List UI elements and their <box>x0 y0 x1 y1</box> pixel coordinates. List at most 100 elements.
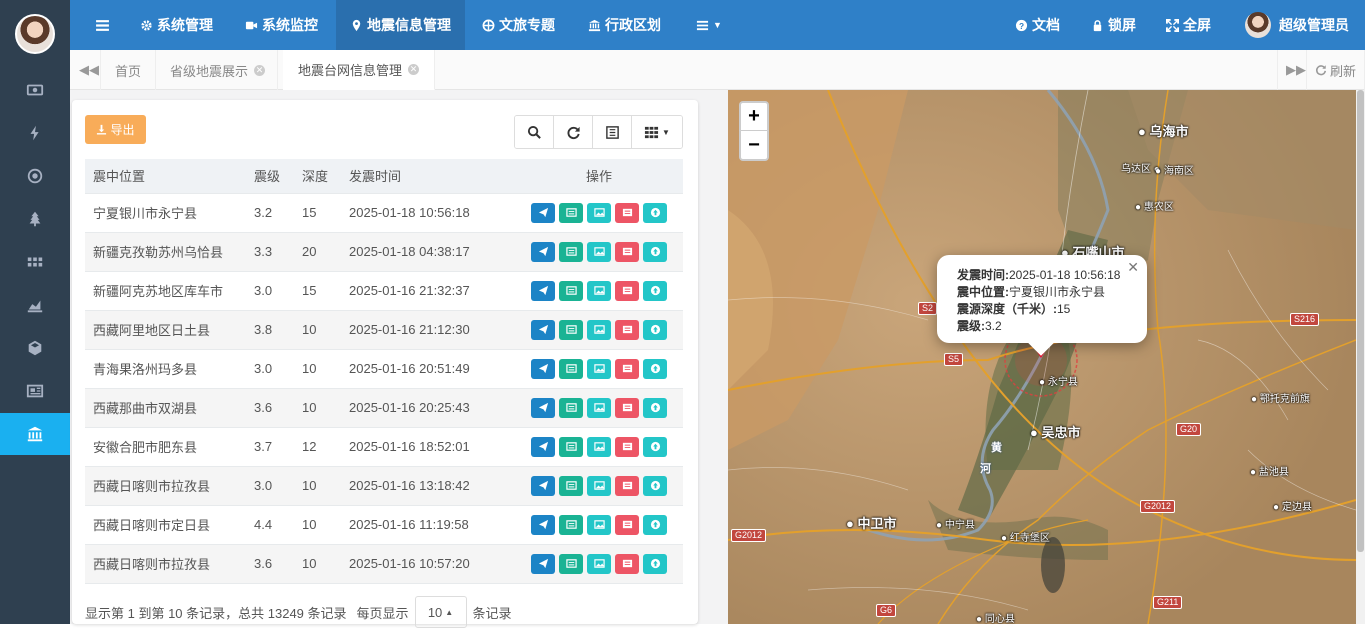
menu-toggle-icon[interactable] <box>95 0 110 50</box>
close-icon[interactable]: ✕ <box>254 64 266 76</box>
action-button[interactable] <box>615 202 639 223</box>
tab-home[interactable]: 首页 <box>101 50 157 90</box>
grid-icon[interactable] <box>0 241 70 283</box>
bolt-icon[interactable] <box>0 112 70 154</box>
nav-system-monitor[interactable]: 系统监控 <box>245 0 318 50</box>
target-icon[interactable] <box>0 155 70 197</box>
tabs-scroll-right-icon[interactable]: ▶▶ <box>1277 50 1307 90</box>
chart-icon[interactable] <box>0 284 70 326</box>
action-button[interactable] <box>615 436 639 457</box>
action-button[interactable] <box>559 553 583 574</box>
toggle-view-button[interactable] <box>593 116 632 148</box>
action-button[interactable] <box>559 202 583 223</box>
action-button[interactable] <box>531 475 555 496</box>
refresh-button[interactable]: 刷新 <box>1307 50 1365 90</box>
action-button[interactable] <box>531 358 555 379</box>
action-button[interactable] <box>587 358 611 379</box>
scrollbar-thumb[interactable] <box>1357 90 1364 552</box>
cube-icon[interactable] <box>0 327 70 369</box>
export-button[interactable]: 导出 <box>85 115 146 144</box>
table-row[interactable]: 西藏日喀则市拉孜县 3.0 10 2025-01-16 13:18:42 <box>85 466 683 506</box>
action-button[interactable] <box>615 475 639 496</box>
nav-system-manage[interactable]: 系统管理 <box>140 0 213 50</box>
action-button[interactable] <box>587 436 611 457</box>
table-row[interactable]: 西藏那曲市双湖县 3.6 10 2025-01-16 20:25:43 <box>85 388 683 428</box>
action-button[interactable] <box>615 319 639 340</box>
action-button[interactable] <box>643 358 667 379</box>
action-button[interactable] <box>615 397 639 418</box>
action-button[interactable] <box>531 397 555 418</box>
table-row[interactable]: 安徽合肥市肥东县 3.7 12 2025-01-16 18:52:01 <box>85 427 683 467</box>
zoom-in-button[interactable]: + <box>739 101 769 131</box>
avatar[interactable] <box>15 14 55 54</box>
table-row[interactable]: 西藏阿里地区日土县 3.8 10 2025-01-16 21:12:30 <box>85 310 683 350</box>
action-button[interactable] <box>531 202 555 223</box>
action-button[interactable] <box>587 397 611 418</box>
popup-close-icon[interactable]: ✕ <box>1127 259 1139 276</box>
action-button[interactable] <box>643 436 667 457</box>
action-button[interactable] <box>643 202 667 223</box>
action-button[interactable] <box>643 475 667 496</box>
action-button[interactable] <box>587 514 611 535</box>
page-size-select[interactable]: 10 ▲ <box>414 596 467 628</box>
column-header[interactable]: 深度 <box>302 159 349 194</box>
nav-fullscreen[interactable]: 全屏 <box>1166 0 1211 50</box>
earthquake-map[interactable]: + − ● 乌海市 ● 石嘴山市 ● 吴忠市 ● 中卫市 乌达区 ● ● 海南区… <box>728 90 1356 624</box>
action-button[interactable] <box>615 241 639 262</box>
table-row[interactable]: 青海果洛州玛多县 3.0 10 2025-01-16 20:51:49 <box>85 349 683 389</box>
close-icon[interactable]: ✕ <box>408 64 420 75</box>
action-button[interactable] <box>643 319 667 340</box>
newspaper-icon[interactable] <box>0 370 70 412</box>
tab-seismic-network[interactable]: 地震台网信息管理 ✕ <box>283 50 436 90</box>
nav-lock-screen[interactable]: 锁屏 <box>1091 0 1136 50</box>
table-row[interactable]: 西藏日喀则市拉孜县 3.6 10 2025-01-16 10:57:20 <box>85 544 683 584</box>
action-button[interactable] <box>559 436 583 457</box>
action-button[interactable] <box>531 553 555 574</box>
refresh-table-button[interactable] <box>554 116 593 148</box>
zoom-out-button[interactable]: − <box>739 131 769 161</box>
action-button[interactable] <box>531 241 555 262</box>
nav-culture-tourism[interactable]: 文旅专题 <box>482 0 555 50</box>
action-button[interactable] <box>587 475 611 496</box>
action-button[interactable] <box>615 280 639 301</box>
nav-earthquake-info[interactable]: 地震信息管理 <box>336 0 465 50</box>
tab-province-earthquake[interactable]: 省级地震展示 ✕ <box>158 50 279 90</box>
tree-icon[interactable] <box>0 198 70 240</box>
action-button[interactable] <box>587 319 611 340</box>
action-button[interactable] <box>643 553 667 574</box>
action-button[interactable] <box>531 319 555 340</box>
action-button[interactable] <box>531 280 555 301</box>
action-button[interactable] <box>643 397 667 418</box>
nav-docs[interactable]: ? 文档 <box>1015 0 1060 50</box>
nav-admin-division[interactable]: 行政区划 <box>588 0 661 50</box>
money-icon[interactable] <box>0 69 70 111</box>
action-button[interactable] <box>587 553 611 574</box>
page-scrollbar[interactable] <box>1356 90 1365 624</box>
column-header[interactable]: 震级 <box>254 159 302 194</box>
action-button[interactable] <box>587 241 611 262</box>
table-row[interactable]: 西藏日喀则市定日县 4.4 10 2025-01-16 11:19:58 <box>85 505 683 545</box>
action-button[interactable] <box>531 514 555 535</box>
action-button[interactable] <box>615 358 639 379</box>
action-button[interactable] <box>559 514 583 535</box>
table-row[interactable]: 新疆阿克苏地区库车市 3.0 15 2025-01-16 21:32:37 <box>85 271 683 311</box>
action-button[interactable] <box>615 514 639 535</box>
action-button[interactable] <box>615 553 639 574</box>
columns-dropdown-button[interactable]: ▼ <box>632 116 682 148</box>
column-header[interactable]: 震中位置 <box>85 159 254 194</box>
action-button[interactable] <box>587 280 611 301</box>
table-row[interactable]: 宁夏银川市永宁县 3.2 15 2025-01-18 10:56:18 <box>85 193 683 233</box>
action-button[interactable] <box>559 319 583 340</box>
action-button[interactable] <box>559 280 583 301</box>
tabs-scroll-left-icon[interactable]: ◀◀ <box>70 50 101 90</box>
table-row[interactable]: 新疆克孜勒苏州乌恰县 3.3 20 2025-01-18 04:38:17 <box>85 232 683 272</box>
bank-icon[interactable] <box>0 413 70 455</box>
search-button[interactable] <box>515 116 554 148</box>
action-button[interactable] <box>587 202 611 223</box>
action-button[interactable] <box>531 436 555 457</box>
column-header[interactable]: 发震时间 <box>349 159 515 194</box>
action-button[interactable] <box>643 280 667 301</box>
action-button[interactable] <box>643 514 667 535</box>
action-button[interactable] <box>559 241 583 262</box>
action-button[interactable] <box>559 475 583 496</box>
